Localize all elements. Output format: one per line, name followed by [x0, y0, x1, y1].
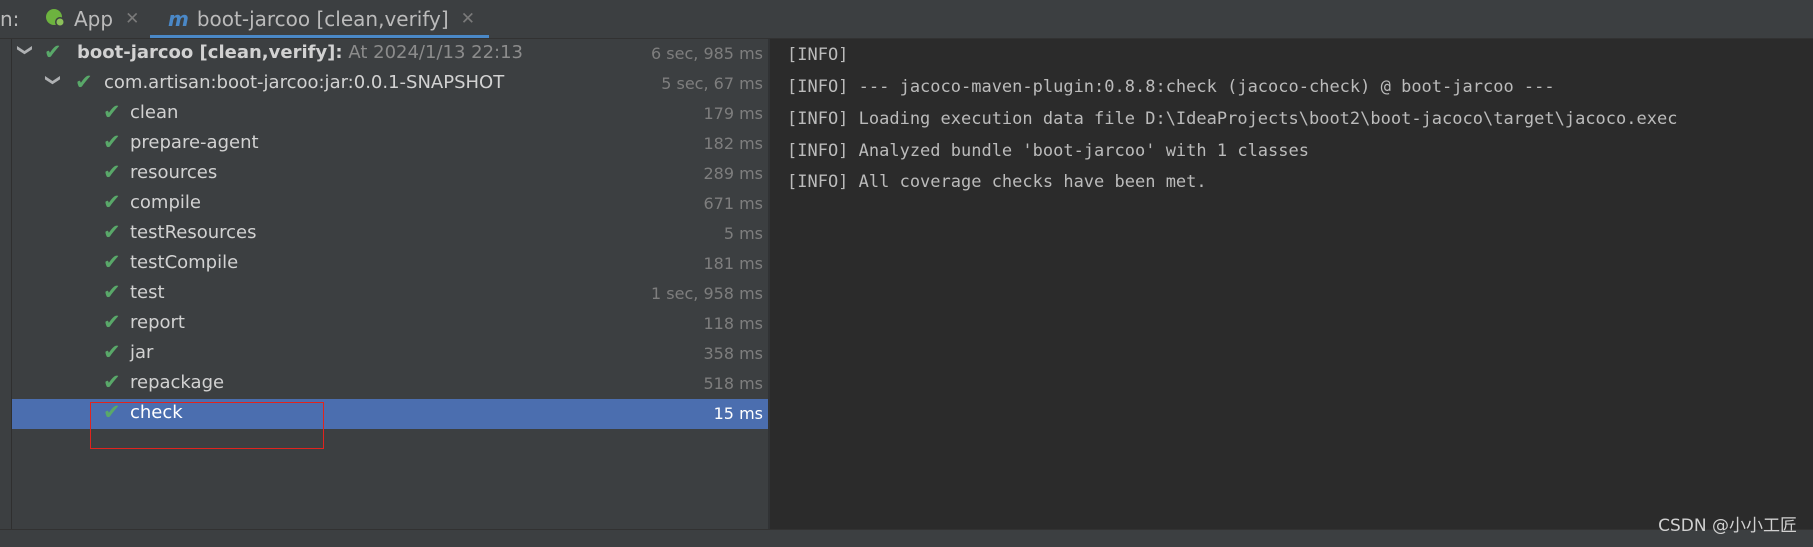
module-duration: 5 sec, 67 ms [661, 74, 763, 93]
tree-goal-row[interactable]: ✔ testResources 5 ms [12, 219, 768, 249]
check-icon: ✔ [103, 310, 121, 334]
goal-duration: 182 ms [703, 134, 763, 153]
close-icon[interactable]: ✕ [125, 9, 139, 29]
build-tree: ❯ ✔ boot-jarcoo [clean,verify]: At 2024/… [12, 39, 768, 529]
tab-app[interactable]: App ✕ [44, 0, 139, 38]
goal-duration: 518 ms [703, 374, 763, 393]
check-icon: ✔ [103, 340, 121, 364]
goal-label: testCompile [130, 252, 239, 273]
console-output[interactable]: [INFO] [INFO] --- jacoco-maven-plugin:0.… [770, 39, 1813, 529]
console-line: [INFO] [787, 45, 849, 65]
tree-goal-row[interactable]: ✔ testCompile 181 ms [12, 249, 768, 279]
goal-label: report [130, 312, 185, 333]
run-label: n: [0, 7, 20, 31]
goal-label: clean [130, 102, 179, 123]
goal-duration: 179 ms [703, 104, 763, 123]
bottom-tool-window-bar [0, 529, 1813, 547]
root-duration: 6 sec, 985 ms [651, 44, 763, 63]
goal-duration: 15 ms [713, 404, 763, 423]
tree-goal-row[interactable]: ✔ clean 179 ms [12, 99, 768, 129]
chevron-down-icon[interactable]: ❯ [44, 74, 62, 87]
check-icon: ✔ [75, 70, 93, 94]
watermark: CSDN @小小工匠 [1658, 516, 1797, 536]
goal-label: jar [130, 342, 154, 363]
tree-module-row[interactable]: ❯ ✔ com.artisan:boot-jarcoo:jar:0.0.1-SN… [12, 69, 768, 99]
close-icon[interactable]: ✕ [461, 9, 475, 29]
left-toolbar-gutter [0, 39, 12, 529]
check-icon: ✔ [103, 190, 121, 214]
module-label: com.artisan:boot-jarcoo:jar:0.0.1-SNAPSH… [104, 72, 505, 93]
goal-duration: 671 ms [703, 194, 763, 213]
tab-app-label: App [74, 7, 114, 31]
check-icon: ✔ [103, 130, 121, 154]
goal-label: prepare-agent [130, 132, 259, 153]
tree-goal-row[interactable]: ✔ test 1 sec, 958 ms [12, 279, 768, 309]
spring-boot-icon [44, 6, 66, 33]
tree-root-row[interactable]: ❯ ✔ boot-jarcoo [clean,verify]: At 2024/… [12, 39, 768, 69]
goal-duration: 181 ms [703, 254, 763, 273]
goal-duration: 118 ms [703, 314, 763, 333]
maven-icon: m [168, 7, 189, 31]
goal-label: test [130, 282, 165, 303]
tree-goal-row[interactable]: ✔ resources 289 ms [12, 159, 768, 189]
tree-goal-row[interactable]: ✔ repackage 518 ms [12, 369, 768, 399]
goal-label: compile [130, 192, 201, 213]
console-line: [INFO] Analyzed bundle 'boot-jarcoo' wit… [787, 141, 1309, 161]
root-label: boot-jarcoo [clean,verify]: [77, 42, 343, 63]
root-timestamp: At 2024/1/13 22:13 [348, 42, 524, 63]
check-icon: ✔ [103, 100, 121, 124]
console-line: [INFO] --- jacoco-maven-plugin:0.8.8:che… [787, 77, 1555, 97]
tree-goal-row[interactable]: ✔ compile 671 ms [12, 189, 768, 219]
tree-goal-row[interactable]: ✔ prepare-agent 182 ms [12, 129, 768, 159]
annotation-highlight-box [90, 402, 324, 449]
goal-label: repackage [130, 372, 225, 393]
check-icon: ✔ [103, 370, 121, 394]
check-icon: ✔ [103, 250, 121, 274]
console-line: [INFO] Loading execution data file D:\Id… [787, 109, 1678, 129]
goal-label: testResources [130, 222, 257, 243]
tab-boot-jarcoo[interactable]: m boot-jarcoo [clean,verify] ✕ [150, 0, 489, 38]
check-icon: ✔ [103, 280, 121, 304]
goal-duration: 358 ms [703, 344, 763, 363]
goal-duration: 5 ms [723, 224, 763, 243]
check-icon: ✔ [103, 160, 121, 184]
check-icon: ✔ [103, 220, 121, 244]
goal-duration: 289 ms [703, 164, 763, 183]
goal-duration: 1 sec, 958 ms [651, 284, 763, 303]
check-icon: ✔ [44, 40, 62, 64]
chevron-down-icon[interactable]: ❯ [16, 44, 34, 57]
tree-goal-row[interactable]: ✔ report 118 ms [12, 309, 768, 339]
tab-boot-jarcoo-label: boot-jarcoo [clean,verify] [196, 7, 449, 31]
console-line: [INFO] All coverage checks have been met… [787, 172, 1207, 192]
goal-label: resources [130, 162, 218, 183]
run-tool-window-tabbar: n: App ✕ m boot-jarcoo [clean,verify] ✕ [0, 0, 1813, 39]
tree-goal-row[interactable]: ✔ jar 358 ms [12, 339, 768, 369]
